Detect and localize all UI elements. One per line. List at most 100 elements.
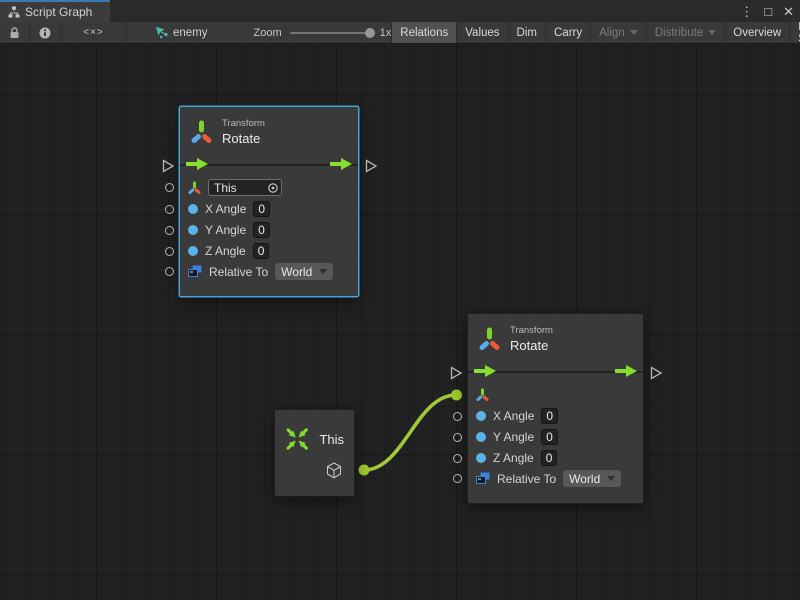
float-port-icon bbox=[476, 453, 486, 463]
overview-button[interactable]: Overview bbox=[724, 22, 789, 43]
connection-wire[interactable] bbox=[364, 395, 456, 470]
relations-toggle[interactable]: Relations bbox=[391, 22, 456, 43]
values-toggle[interactable]: Values bbox=[456, 22, 507, 43]
relative-to-value: World bbox=[569, 472, 600, 486]
flow-output-port[interactable] bbox=[365, 159, 378, 173]
x-angle-input[interactable]: 0 bbox=[253, 201, 270, 217]
dim-toggle[interactable]: Dim bbox=[508, 22, 545, 43]
float-port-icon bbox=[476, 432, 486, 442]
target-port[interactable] bbox=[165, 183, 174, 192]
y-angle-port[interactable] bbox=[453, 433, 462, 442]
tab-bar: Script Graph ⋮ □ ✕ bbox=[0, 0, 800, 22]
zoom-control: Zoom 1x bbox=[254, 22, 392, 43]
float-port-icon bbox=[188, 225, 198, 235]
space-enum-icon bbox=[476, 472, 490, 485]
flow-in-arrow-icon bbox=[185, 157, 209, 171]
z-angle-label: Z Angle bbox=[205, 244, 246, 258]
graph-hierarchy-icon bbox=[8, 6, 20, 18]
this-output-port-connected[interactable] bbox=[359, 465, 370, 476]
relations-label: Relations bbox=[400, 27, 448, 39]
graph-canvas[interactable]: Transform Rotate This bbox=[0, 44, 800, 600]
relative-to-dropdown[interactable]: World bbox=[275, 263, 333, 280]
z-angle-row: Z Angle 0 bbox=[468, 447, 643, 468]
x-angle-port[interactable] bbox=[453, 412, 462, 421]
distribute-dropdown[interactable]: Distribute bbox=[646, 22, 725, 43]
flow-input-port[interactable] bbox=[450, 366, 463, 380]
window-menu-button[interactable]: ⋮ bbox=[740, 5, 753, 18]
y-angle-input[interactable]: 0 bbox=[253, 222, 270, 238]
z-angle-port[interactable] bbox=[165, 247, 174, 256]
window-close-button[interactable]: ✕ bbox=[783, 5, 794, 18]
info-button[interactable] bbox=[30, 22, 61, 43]
z-angle-row: Z Angle 0 bbox=[180, 240, 358, 261]
float-port-icon bbox=[188, 246, 198, 256]
window-maximize-button[interactable]: □ bbox=[764, 5, 772, 18]
graph-name-label: enemy bbox=[173, 27, 208, 39]
node-title: This bbox=[319, 432, 344, 447]
relative-to-value: World bbox=[281, 265, 312, 279]
target-row bbox=[468, 384, 643, 405]
zoom-slider[interactable] bbox=[290, 32, 372, 34]
node-header: This bbox=[285, 422, 344, 456]
float-port-icon bbox=[476, 411, 486, 421]
flow-row bbox=[180, 153, 358, 177]
lock-button[interactable] bbox=[0, 22, 30, 43]
code-preview-button[interactable]: <×> bbox=[61, 22, 127, 43]
object-picker-icon[interactable] bbox=[267, 182, 279, 194]
relative-to-port[interactable] bbox=[453, 474, 462, 483]
zoom-slider-handle[interactable] bbox=[365, 28, 375, 38]
x-angle-port[interactable] bbox=[165, 205, 174, 214]
y-angle-label: Y Angle bbox=[493, 430, 534, 444]
wire-layer bbox=[0, 44, 800, 600]
target-row: This bbox=[180, 177, 358, 198]
x-angle-label: X Angle bbox=[205, 202, 246, 216]
this-self-icon bbox=[285, 422, 309, 456]
x-angle-row: X Angle 0 bbox=[180, 198, 358, 219]
relative-to-port[interactable] bbox=[165, 267, 174, 276]
this-node[interactable]: This bbox=[274, 409, 355, 497]
x-angle-label: X Angle bbox=[493, 409, 534, 423]
flow-output-port[interactable] bbox=[650, 366, 663, 380]
fullscreen-button[interactable]: Full Screen bbox=[789, 22, 800, 43]
align-dropdown[interactable]: Align bbox=[590, 22, 646, 43]
rotate2-target-port-connected[interactable] bbox=[451, 390, 462, 401]
z-angle-input[interactable]: 0 bbox=[253, 243, 270, 259]
graph-breadcrumb[interactable]: enemy bbox=[145, 22, 218, 43]
y-angle-row: Y Angle 0 bbox=[180, 219, 358, 240]
target-value: This bbox=[214, 181, 237, 195]
chevron-down-icon bbox=[708, 30, 716, 35]
distribute-label: Distribute bbox=[655, 27, 704, 39]
rotate-node-2[interactable]: Transform Rotate bbox=[467, 313, 644, 504]
gameobject-port-row bbox=[326, 462, 342, 484]
relative-to-dropdown[interactable]: World bbox=[563, 470, 621, 487]
y-angle-label: Y Angle bbox=[205, 223, 246, 237]
rotate-node-1[interactable]: Transform Rotate This bbox=[179, 106, 359, 297]
relative-to-label: Relative To bbox=[209, 265, 268, 279]
flow-row bbox=[468, 360, 643, 384]
tab-label: Script Graph bbox=[25, 5, 92, 19]
relative-to-row: Relative To World bbox=[468, 468, 643, 489]
lock-icon bbox=[9, 27, 20, 39]
window-controls: ⋮ □ ✕ bbox=[740, 0, 794, 22]
y-angle-input[interactable]: 0 bbox=[541, 429, 558, 445]
z-angle-port[interactable] bbox=[453, 454, 462, 463]
x-angle-row: X Angle 0 bbox=[468, 405, 643, 426]
gameobject-cube-icon bbox=[326, 462, 342, 479]
flow-in-arrow-icon bbox=[473, 364, 497, 378]
node-title: Rotate bbox=[222, 131, 265, 146]
target-input[interactable]: This bbox=[208, 179, 282, 196]
relative-to-row: Relative To World bbox=[180, 261, 358, 282]
script-machine-icon bbox=[155, 26, 168, 39]
flow-out-arrow-icon bbox=[329, 157, 353, 171]
info-icon bbox=[39, 27, 51, 39]
flow-input-port[interactable] bbox=[162, 159, 175, 173]
z-angle-input[interactable]: 0 bbox=[541, 450, 558, 466]
node-header: Transform Rotate bbox=[180, 107, 358, 153]
x-angle-input[interactable]: 0 bbox=[541, 408, 558, 424]
zoom-value: 1x bbox=[380, 27, 392, 39]
carry-label: Carry bbox=[554, 27, 582, 39]
space-enum-icon bbox=[188, 265, 202, 278]
tab-script-graph[interactable]: Script Graph bbox=[0, 0, 110, 22]
carry-toggle[interactable]: Carry bbox=[545, 22, 590, 43]
y-angle-port[interactable] bbox=[165, 226, 174, 235]
